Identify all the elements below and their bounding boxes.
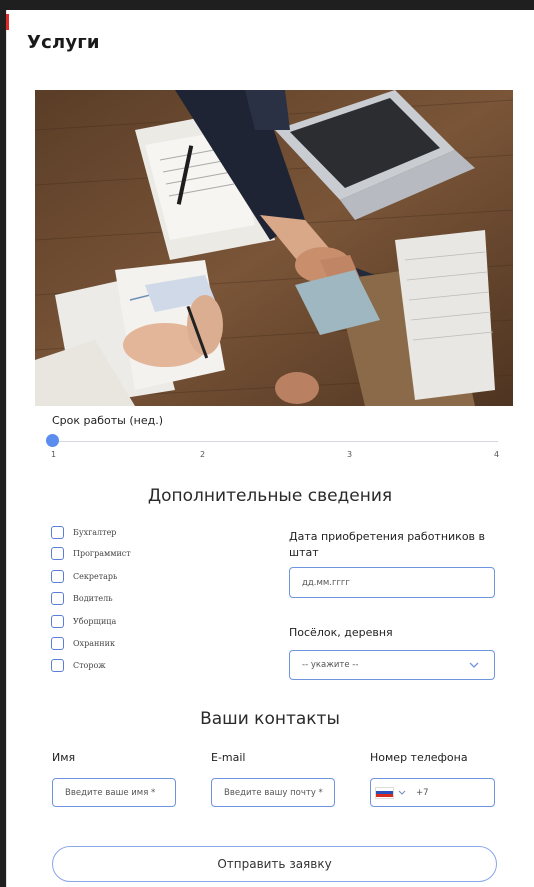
checkbox-label: Секретарь (73, 572, 118, 581)
checkbox-box[interactable] (51, 570, 64, 583)
email-input[interactable]: Введите вашу почту * (211, 778, 335, 807)
submit-request-button[interactable]: Отправить заявку (52, 846, 497, 882)
email-label: E-mail (211, 751, 246, 764)
name-placeholder: Введите ваше имя * (65, 787, 156, 798)
frame-top-edge (4, 0, 534, 10)
email-placeholder: Введите вашу почту * (224, 787, 323, 798)
contacts-title: Ваши контакты (200, 709, 340, 729)
checkbox-label: Бухгалтер (73, 528, 117, 537)
settlement-label: Посёлок, деревня (289, 626, 393, 639)
checkbox-secretary[interactable]: Секретарь (51, 570, 117, 583)
checkbox-box[interactable] (51, 637, 64, 650)
duration-slider-thumb[interactable] (46, 434, 59, 447)
name-input[interactable]: Введите ваше имя * (52, 778, 176, 807)
checkbox-programmer[interactable]: Программист (51, 547, 131, 560)
extra-info-title: Дополнительные сведения (147, 486, 393, 506)
chevron-down-icon (469, 662, 479, 668)
checkbox-guard[interactable]: Охранник (51, 637, 115, 650)
checkbox-accountant[interactable]: Бухгалтер (51, 526, 116, 539)
slider-tick-4: 4 (494, 450, 500, 459)
hero-image (35, 90, 513, 406)
settlement-select[interactable]: -- укажите -- (289, 650, 495, 680)
chevron-down-icon[interactable] (398, 790, 406, 796)
slider-tick-3: 3 (347, 450, 353, 459)
phone-prefix: +7 (416, 787, 429, 798)
duration-slider-track[interactable] (52, 441, 498, 442)
phone-input[interactable]: +7 (370, 778, 495, 807)
checkbox-label: Уборщица (73, 617, 117, 626)
checkbox-label: Сторож (73, 661, 106, 670)
checkbox-box[interactable] (51, 526, 64, 539)
checkbox-box[interactable] (51, 547, 64, 560)
handshake-illustration (35, 90, 513, 406)
checkbox-label: Водитель (73, 594, 113, 603)
checkbox-box[interactable] (51, 592, 64, 605)
name-label: Имя (52, 751, 76, 764)
checkbox-label: Программист (73, 549, 131, 558)
checkbox-watchman[interactable]: Сторож (51, 659, 106, 672)
accent-marker (6, 14, 9, 30)
slider-tick-1: 1 (51, 450, 57, 459)
hire-date-input[interactable]: дд.мм.гггг (289, 567, 495, 598)
phone-label: Номер телефона (370, 751, 468, 764)
checkbox-box[interactable] (51, 615, 64, 628)
hire-date-label: Дата приобретения работников в штат (289, 530, 486, 559)
checkbox-box[interactable] (51, 659, 64, 672)
duration-slider-label: Срок работы (нед.) (52, 414, 164, 427)
checkbox-label: Охранник (73, 639, 115, 648)
hire-date-placeholder: дд.мм.гггг (302, 577, 350, 588)
slider-tick-2: 2 (200, 450, 206, 459)
checkbox-driver[interactable]: Водитель (51, 592, 113, 605)
checkbox-cleaner[interactable]: Уборщица (51, 615, 116, 628)
page-title: Услуги (27, 32, 100, 53)
russia-flag-icon[interactable] (375, 786, 394, 799)
settlement-selected-value: -- укажите -- (302, 660, 359, 670)
